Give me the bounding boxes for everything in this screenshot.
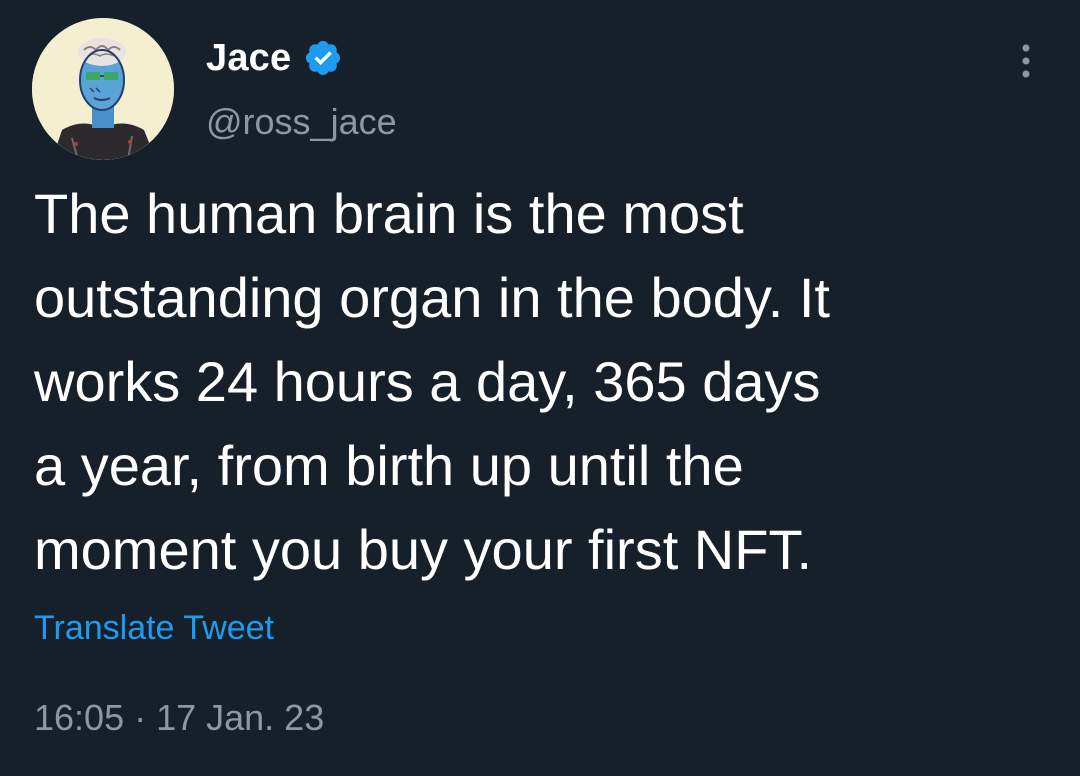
tweet-text: The human brain is the most outstanding … — [34, 182, 830, 581]
author-handle[interactable]: @ross_jace — [206, 100, 397, 144]
verified-badge-icon — [303, 38, 343, 78]
more-vertical-icon[interactable] — [1008, 42, 1044, 82]
author-name-row[interactable]: Jace — [206, 34, 343, 82]
avatar-illustration — [32, 18, 174, 160]
tweet-card: Jace @ross_jace The human brain is the m… — [0, 0, 1080, 776]
translate-tweet-link[interactable]: Translate Tweet — [34, 606, 274, 650]
tweet-timestamp[interactable]: 16:05 · 17 Jan. 23 — [34, 694, 324, 742]
avatar[interactable] — [32, 18, 174, 160]
display-name[interactable]: Jace — [206, 34, 291, 82]
